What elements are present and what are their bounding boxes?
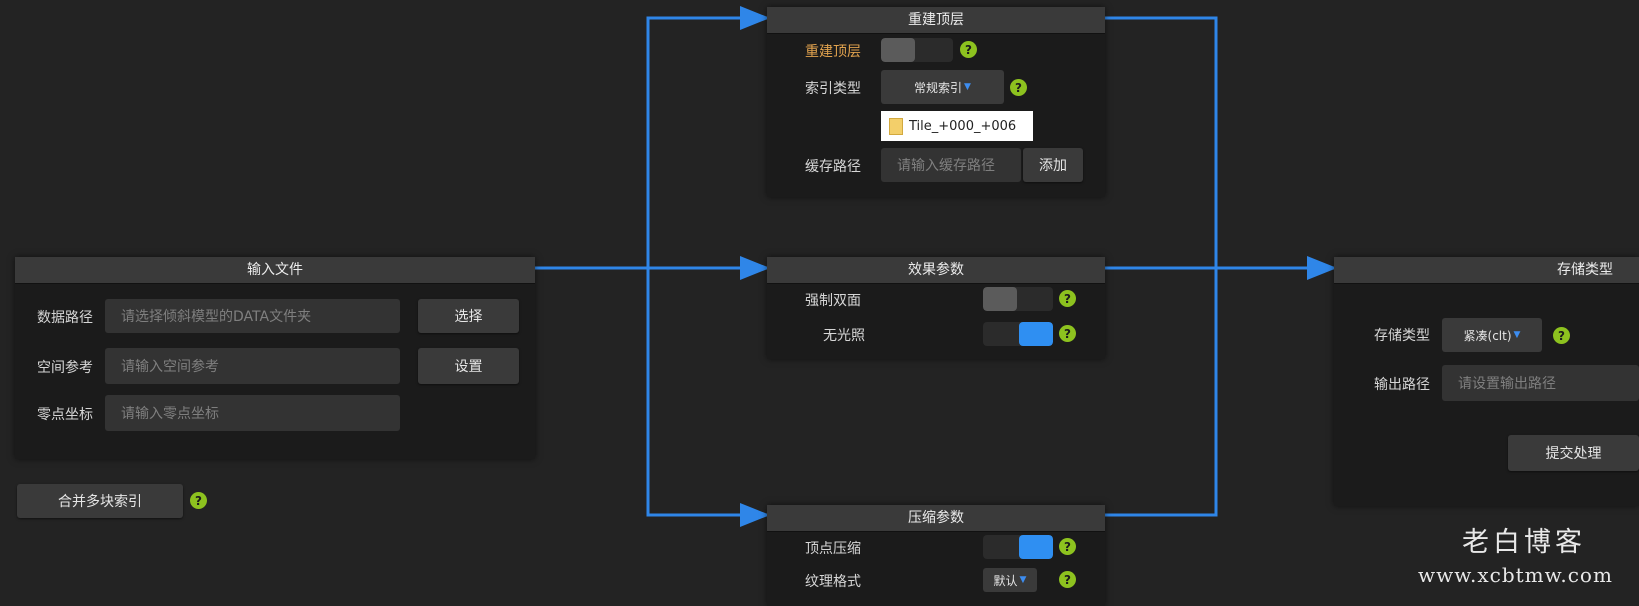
data-path-input[interactable]: 请选择倾斜模型的DATA文件夹 (105, 299, 400, 333)
double-sided-toggle[interactable] (983, 287, 1053, 311)
watermark-url: www.xcbtmw.com (1418, 563, 1613, 587)
storage-type-help-icon[interactable]: ? (1553, 327, 1570, 344)
wire-to-rebuild (646, 6, 770, 268)
settings-button[interactable]: 设置 (418, 348, 519, 384)
spatial-ref-input[interactable]: 请输入空间参考 (105, 348, 400, 384)
cache-path-label: 缓存路径 (805, 159, 861, 175)
no-lighting-label: 无光照 (823, 328, 865, 344)
vertex-compress-toggle[interactable] (983, 535, 1053, 559)
input-file-panel: 输入文件 数据路径 请选择倾斜模型的DATA文件夹 选择 空间参考 请输入空间参… (15, 257, 535, 459)
toggle-knob (881, 38, 915, 62)
chevron-down-icon: ▼ (1513, 330, 1521, 340)
rebuild-top-label: 重建顶层 (805, 44, 861, 60)
storage-type-value: 紧凑(clt) (1463, 328, 1512, 343)
vertex-compress-label: 顶点压缩 (805, 541, 861, 557)
storage-type-dropdown[interactable]: 紧凑(clt) ▼ (1442, 318, 1542, 352)
chevron-down-icon: ▼ (964, 82, 971, 92)
effect-panel-title: 效果参数 (767, 257, 1105, 284)
storage-type-label: 存储类型 (1374, 328, 1430, 344)
origin-label: 零点坐标 (37, 407, 93, 423)
vertex-compress-help-icon[interactable]: ? (1059, 538, 1076, 555)
storage-panel-title: 存储类型 (1334, 257, 1639, 284)
texture-format-dropdown[interactable]: 默认 ▼ (983, 568, 1037, 592)
no-lighting-toggle[interactable] (983, 322, 1053, 346)
texture-format-help-icon[interactable]: ? (1059, 571, 1076, 588)
index-type-value: 常规索引 (914, 80, 963, 95)
merge-help-icon[interactable]: ? (190, 492, 207, 509)
origin-input[interactable]: 请输入零点坐标 (105, 395, 400, 431)
rebuild-panel-title: 重建顶层 (767, 7, 1105, 34)
cache-path-input[interactable]: 请输入缓存路径 (881, 148, 1021, 182)
texture-format-label: 纹理格式 (805, 574, 861, 590)
spatial-ref-label: 空间参考 (37, 360, 93, 376)
compress-params-panel: 压缩参数 顶点压缩 ? 纹理格式 默认 ▼ ? (767, 505, 1105, 606)
folder-icon (889, 117, 903, 135)
tile-item-label: Tile_+000_+006 (909, 118, 1017, 134)
no-lighting-help-icon[interactable]: ? (1059, 325, 1076, 342)
compress-panel-title: 压缩参数 (767, 505, 1105, 532)
data-path-label: 数据路径 (37, 310, 93, 326)
add-cache-button[interactable]: 添加 (1023, 148, 1083, 182)
select-button[interactable]: 选择 (418, 299, 519, 333)
merge-index-button[interactable]: 合并多块索引 (17, 484, 183, 518)
output-path-input[interactable]: 请设置输出路径 (1442, 365, 1639, 401)
chevron-down-icon: ▼ (1019, 575, 1027, 585)
toggle-knob (1019, 535, 1053, 559)
output-path-label: 输出路径 (1374, 377, 1430, 393)
index-type-help-icon[interactable]: ? (1010, 79, 1027, 96)
effect-params-panel: 效果参数 强制双面 ? 无光照 ? (767, 257, 1105, 359)
texture-format-value: 默认 (993, 573, 1018, 588)
rebuild-top-toggle[interactable] (881, 38, 953, 62)
tile-list-item[interactable]: Tile_+000_+006 (881, 111, 1033, 141)
toggle-knob (983, 287, 1017, 311)
watermark-title: 老白博客 (1462, 527, 1586, 558)
wire-to-compress (646, 268, 770, 527)
toggle-knob (1019, 322, 1053, 346)
index-type-label: 索引类型 (805, 81, 861, 97)
index-type-dropdown[interactable]: 常规索引 ▼ (881, 70, 1004, 104)
double-sided-label: 强制双面 (805, 293, 861, 309)
double-sided-help-icon[interactable]: ? (1059, 290, 1076, 307)
rebuild-help-icon[interactable]: ? (960, 41, 977, 58)
input-file-panel-title: 输入文件 (15, 257, 535, 284)
rebuild-top-panel: 重建顶层 重建顶层 ? 索引类型 常规索引 ▼ ? Tile_+000_+006 … (767, 7, 1105, 197)
storage-type-panel: 存储类型 存储类型 紧凑(clt) ▼ ? 输出路径 请设置输出路径 提交处理 (1334, 257, 1639, 506)
submit-button[interactable]: 提交处理 (1508, 435, 1639, 471)
